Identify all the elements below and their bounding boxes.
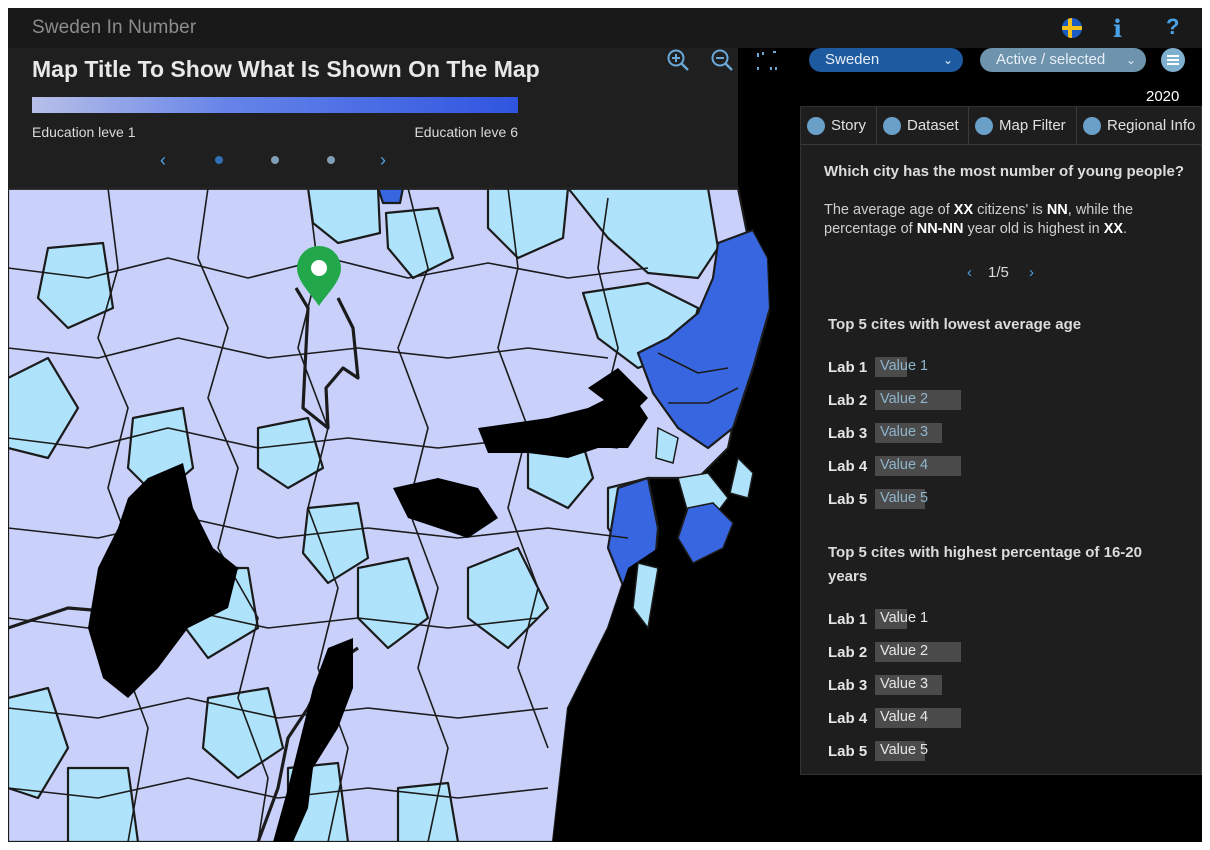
bar-row: Lab 4 Value 4	[828, 456, 1148, 478]
bar-value: Value 1	[880, 610, 929, 626]
story-text: The average age of XX citizens' is NN, w…	[824, 202, 1134, 237]
bar-label: Lab 3	[828, 425, 868, 442]
carousel-dot[interactable]	[327, 156, 335, 164]
tab-regional-info[interactable]: Regional Info	[1077, 107, 1201, 144]
fullscreen-icon[interactable]	[754, 48, 780, 74]
chevron-down-icon: ⌄	[942, 53, 953, 67]
legend-panel: Map Title To Show What Is Shown On The M…	[8, 48, 738, 190]
bar-row: Lab 1 Value 1	[828, 357, 1148, 379]
tab-label: Map Filter	[999, 117, 1066, 134]
panel-tabs: Story Dataset Map Filter Regional Info	[801, 107, 1201, 145]
legend-max-label: Education leve 6	[414, 124, 518, 140]
map-title: Map Title To Show What Is Shown On The M…	[32, 56, 540, 82]
bar-label: Lab 1	[828, 611, 868, 628]
tab-story[interactable]: Story	[801, 107, 877, 144]
pager-label: 1/5	[988, 264, 1009, 281]
filter-icon	[975, 117, 993, 135]
bar-row: Lab 4 Value 4	[828, 708, 1148, 730]
country-dropdown-value: Sweden	[825, 51, 880, 68]
tab-dataset[interactable]: Dataset	[877, 107, 969, 144]
story-question: Which city has the most number of young …	[824, 163, 1185, 180]
info-icon[interactable]: i	[1113, 14, 1122, 43]
section-title-lowest-age: Top 5 cites with lowest average age	[828, 316, 1082, 333]
year-label: 2020	[1146, 88, 1180, 105]
section-title-highest-percentage: Top 5 cites with highest percentage of 1…	[828, 544, 1142, 585]
bar-label: Lab 4	[828, 710, 868, 727]
mode-dropdown[interactable]: Active / selected ⌄	[980, 48, 1146, 72]
bar-row: Lab 2 Value 2	[828, 642, 1148, 664]
carousel-dot[interactable]	[271, 156, 279, 164]
top-bar: Sweden In Number i ?	[8, 8, 1202, 48]
bar-value: Value 4	[880, 709, 929, 725]
help-icon[interactable]: ?	[1166, 14, 1179, 40]
bar-label: Lab 5	[828, 491, 868, 508]
carousel-next-button[interactable]: ›	[380, 150, 386, 171]
tab-label: Regional Info	[1107, 117, 1196, 134]
sweden-flag-icon[interactable]	[1062, 18, 1082, 38]
tab-label: Story	[831, 117, 867, 134]
chevron-down-icon: ⌄	[1125, 53, 1136, 67]
legend-min-label: Education leve 1	[32, 124, 136, 140]
menu-button[interactable]	[1161, 48, 1185, 72]
bar-row: Lab 5 Value 5	[828, 741, 1148, 763]
bar-label: Lab 2	[828, 644, 868, 661]
tab-label: Dataset	[907, 117, 959, 134]
bar-row: Lab 3 Value 3	[828, 423, 1148, 445]
bar-label: Lab 4	[828, 458, 868, 475]
lightbulb-icon	[807, 117, 825, 135]
zoom-out-icon[interactable]	[710, 48, 736, 74]
bar-label: Lab 1	[828, 359, 868, 376]
bar-value: Value 2	[880, 643, 929, 659]
bar-row: Lab 3 Value 3	[828, 675, 1148, 697]
bar-value: Value 1	[880, 358, 929, 374]
bar-value: Value 3	[880, 676, 929, 692]
pager-prev-button[interactable]: ‹	[967, 264, 972, 281]
bar-value: Value 5	[880, 742, 929, 758]
bookmark-icon	[1083, 117, 1101, 135]
carousel-dot[interactable]	[215, 156, 223, 164]
bar-value: Value 3	[880, 424, 929, 440]
zoom-in-icon[interactable]	[666, 48, 692, 74]
bar-label: Lab 5	[828, 743, 868, 760]
tab-map-filter[interactable]: Map Filter	[969, 107, 1077, 144]
carousel-prev-button[interactable]: ‹	[160, 150, 166, 171]
story-panel: Story Dataset Map Filter Regional Info W…	[800, 106, 1202, 775]
app-root: Sweden In Number i ? Map Title To Show W…	[8, 8, 1202, 842]
bar-row: Lab 5 Value 5	[828, 489, 1148, 511]
bar-row: Lab 2 Value 2	[828, 390, 1148, 412]
bar-label: Lab 3	[828, 677, 868, 694]
app-title: Sweden In Number	[32, 17, 197, 38]
bar-label: Lab 2	[828, 392, 868, 409]
bar-value: Value 5	[880, 490, 929, 506]
region-selected	[376, 186, 405, 205]
bar-row: Lab 1 Value 1	[828, 609, 1148, 631]
pager-next-button[interactable]: ›	[1029, 264, 1034, 281]
country-dropdown[interactable]: Sweden ⌄	[809, 48, 963, 72]
bar-value: Value 4	[880, 457, 929, 473]
region-cyan	[66, 766, 140, 842]
story-pager: ‹ 1/5 ›	[967, 264, 1037, 284]
mode-dropdown-value: Active / selected	[996, 51, 1106, 68]
bar-value: Value 2	[880, 391, 929, 407]
dots-icon	[883, 117, 901, 135]
legend-color-scale	[32, 97, 518, 113]
